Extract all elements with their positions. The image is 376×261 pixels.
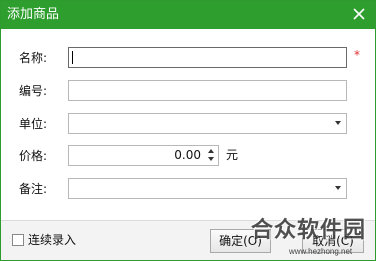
continuous-entry-label[interactable]: 连续录入 xyxy=(28,232,76,248)
code-label: 编号: xyxy=(19,84,48,98)
price-input[interactable]: 0.00 xyxy=(68,145,219,166)
cancel-button[interactable]: 取消(C) xyxy=(302,229,364,253)
dropdown-arrow-icon[interactable] xyxy=(335,186,341,190)
required-mark: * xyxy=(354,48,360,62)
unit-select[interactable] xyxy=(68,113,347,134)
code-input[interactable] xyxy=(68,80,347,101)
price-spinner[interactable] xyxy=(206,148,216,163)
continuous-entry-checkbox[interactable] xyxy=(12,234,24,246)
price-unit: 元 xyxy=(226,148,239,162)
dialog-title: 添加商品 xyxy=(7,7,60,22)
unit-label: 单位: xyxy=(19,117,48,131)
close-icon[interactable] xyxy=(351,6,367,22)
text-caret xyxy=(72,51,73,64)
name-input[interactable] xyxy=(68,47,347,68)
spin-down-icon[interactable] xyxy=(208,157,214,161)
dialog-footer: 连续录入 确定(O) 取消(C) xyxy=(1,220,375,260)
title-bar[interactable]: 添加商品 xyxy=(1,1,375,29)
add-product-dialog: 添加商品 名称: * 编号: 单位: 价格: 0.00 元 备注: 连续录入 确… xyxy=(0,0,376,261)
dropdown-arrow-icon[interactable] xyxy=(335,121,341,125)
note-select[interactable] xyxy=(68,178,347,199)
spin-up-icon[interactable] xyxy=(208,149,214,153)
name-label: 名称: xyxy=(19,51,48,65)
price-label: 价格: xyxy=(19,149,48,163)
ok-button[interactable]: 确定(O) xyxy=(210,229,271,253)
note-label: 备注: xyxy=(19,182,48,196)
price-value: 0.00 xyxy=(174,148,201,162)
